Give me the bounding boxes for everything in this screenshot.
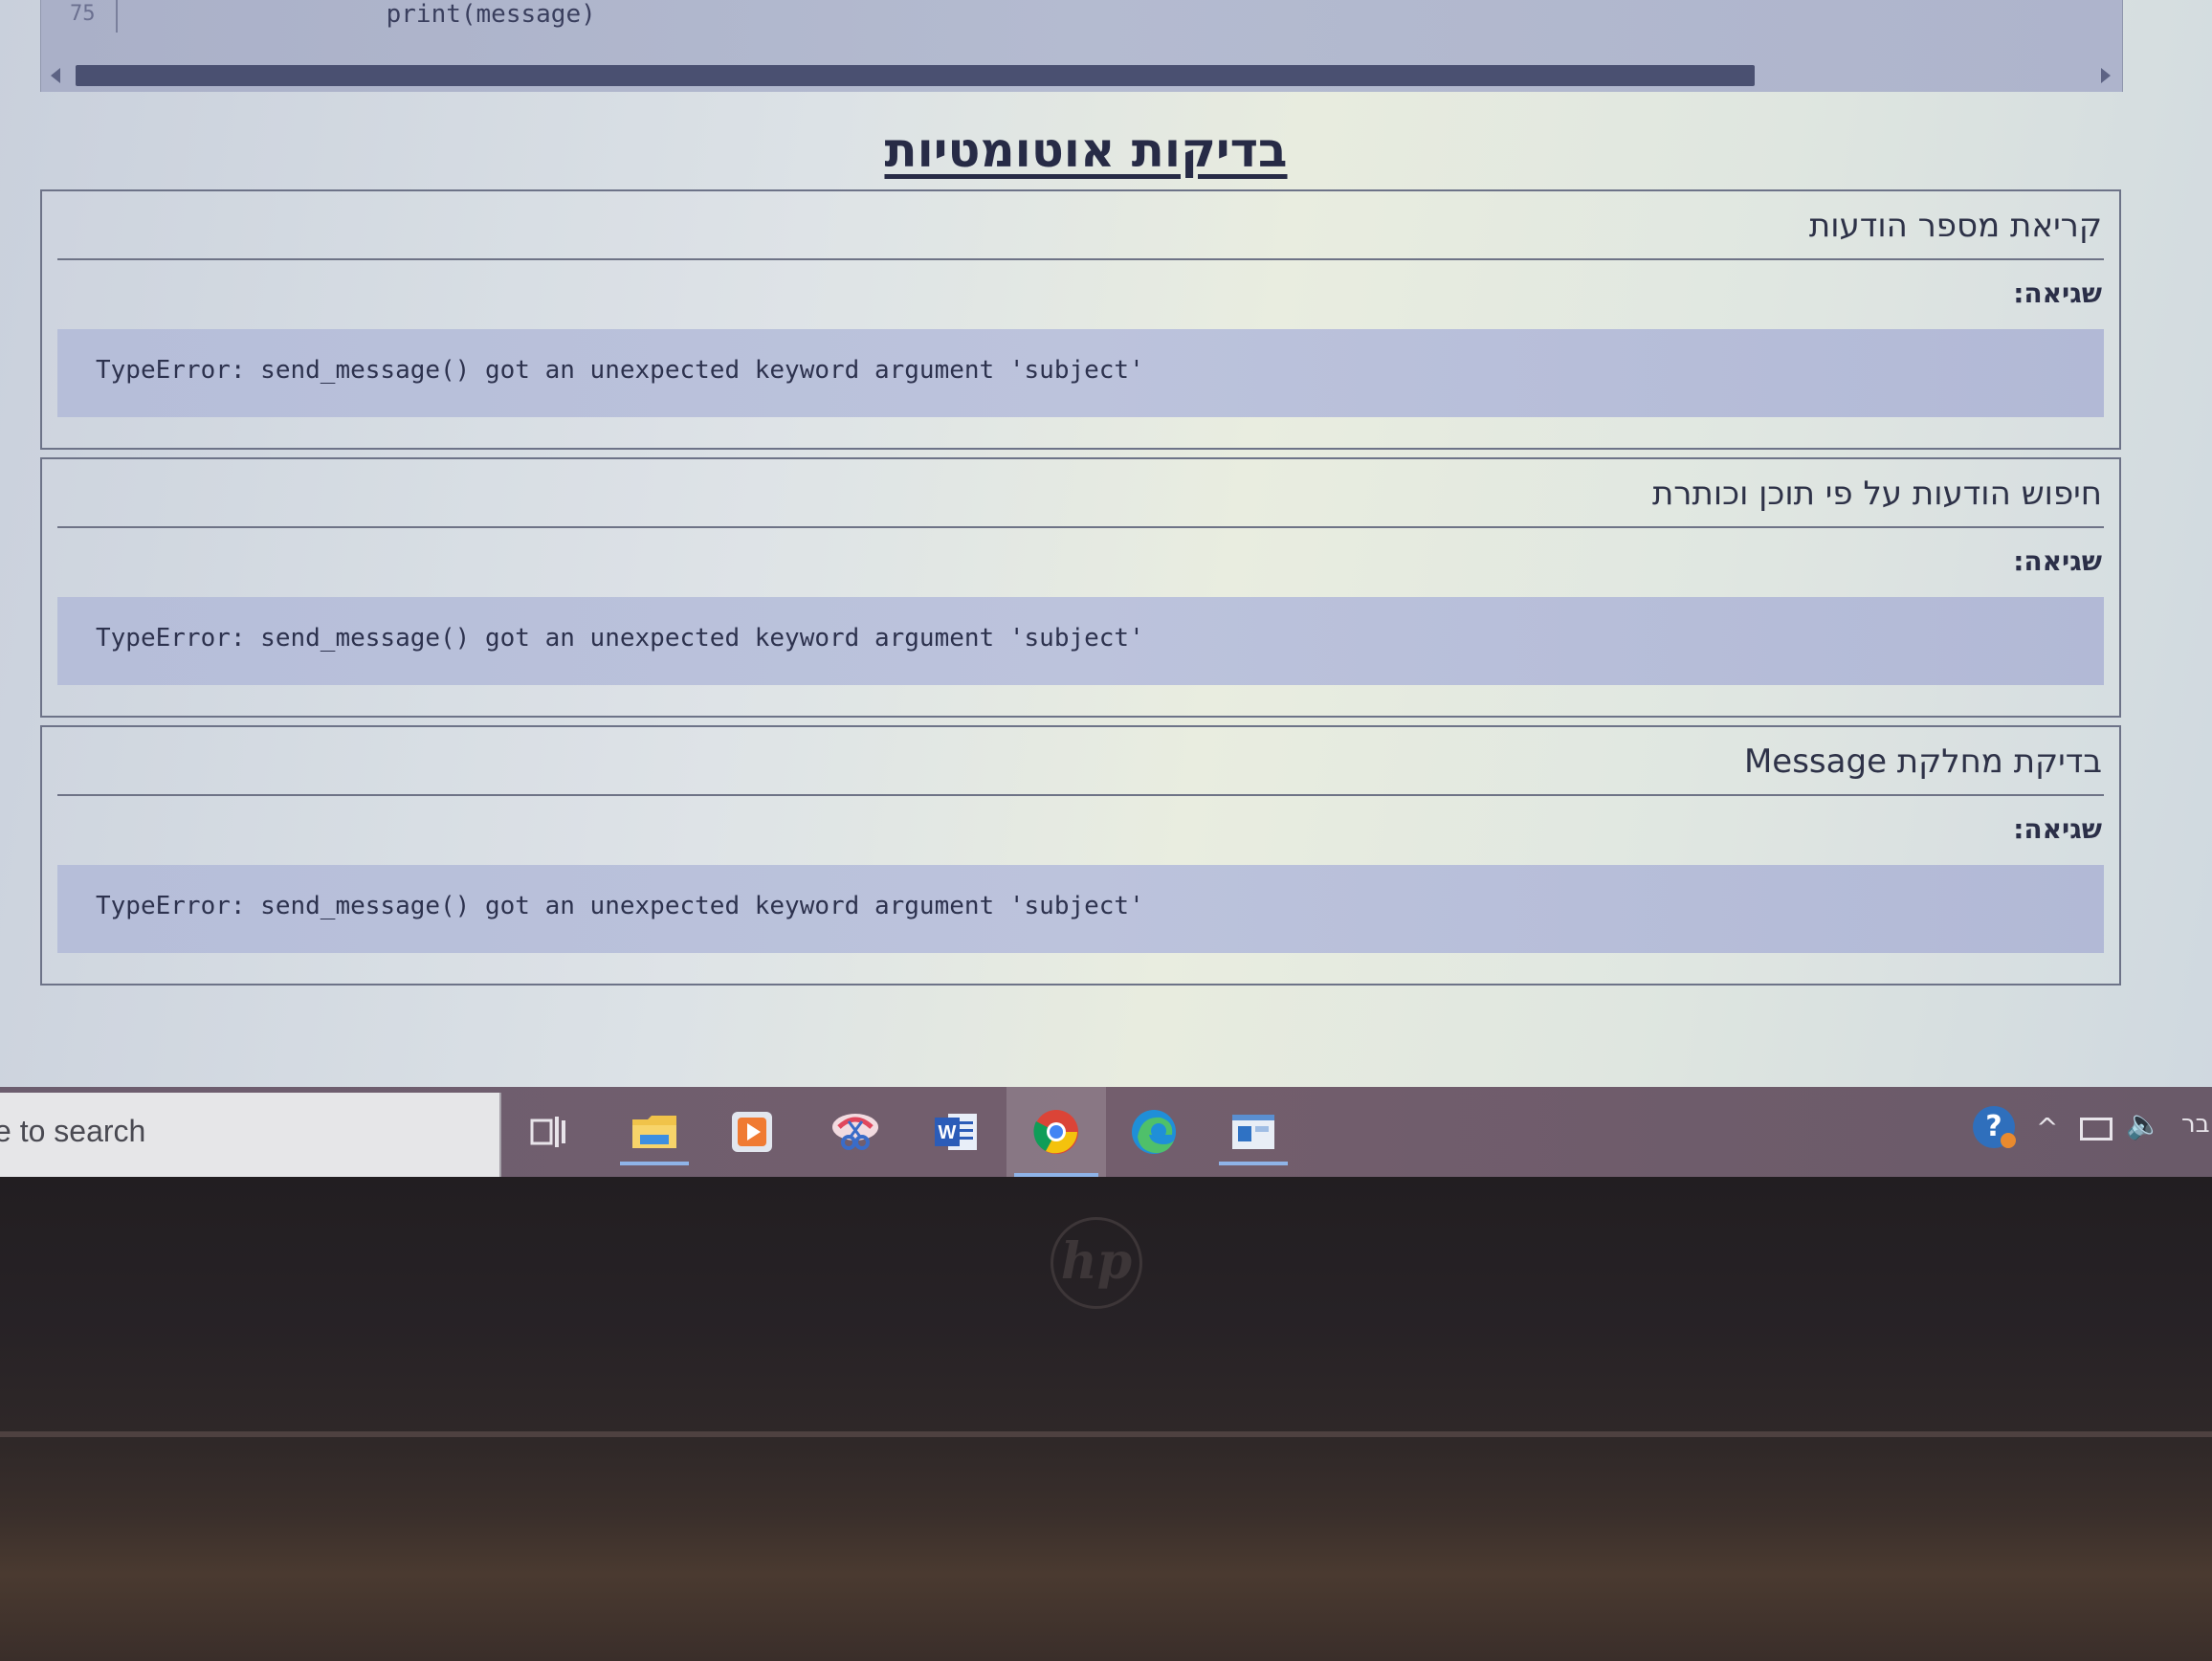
error-label: שגיאה: — [2013, 813, 2102, 845]
media-player-button[interactable] — [710, 1098, 794, 1165]
code-viewer: 75 print(message) — [40, 0, 2123, 92]
code-line: 75 print(message) — [41, 0, 2122, 33]
task-view-icon — [530, 1117, 565, 1147]
test-title: בדיקת מחלקת Message — [1743, 742, 2102, 781]
error-text: TypeError: send_message() got an unexpec… — [96, 624, 1144, 653]
window-app-button[interactable] — [1211, 1098, 1295, 1165]
media-player-icon — [732, 1112, 772, 1152]
edge-icon — [1132, 1110, 1176, 1154]
running-indicator — [1219, 1162, 1288, 1165]
error-box: TypeError: send_message() got an unexpec… — [57, 329, 2104, 417]
error-box: TypeError: send_message() got an unexpec… — [57, 865, 2104, 953]
divider — [57, 526, 2104, 528]
scrollbar-thumb[interactable] — [76, 65, 1755, 86]
horizontal-scrollbar[interactable] — [41, 61, 2122, 90]
file-explorer-button[interactable] — [612, 1098, 697, 1165]
error-label: שגיאה: — [2013, 545, 2102, 577]
language-indicator[interactable]: בר — [2181, 1110, 2210, 1139]
page-title: בדיקות אוטומטיות — [884, 122, 1288, 178]
test-card: חיפוש הודעות על פי תוכן וכותרת שגיאה: Ty… — [40, 457, 2121, 718]
screen: 75 print(message) בדיקות אוטומטיות קריאת… — [0, 0, 2212, 1177]
chrome-icon — [1033, 1110, 1078, 1154]
taskbar-search-box[interactable]: e to search — [0, 1093, 501, 1177]
bezel-edge — [0, 1431, 2212, 1437]
test-title: חיפוש הודעות על פי תוכן וכותרת — [1651, 475, 2102, 513]
laptop-bezel: hp — [0, 1177, 2212, 1661]
show-hidden-icons-chevron-icon[interactable]: ^ — [2036, 1112, 2058, 1143]
divider — [57, 794, 2104, 796]
error-text: TypeError: send_message() got an unexpec… — [96, 356, 1144, 385]
gutter-separator — [116, 0, 118, 33]
test-card: קריאת מספר הודעות שגיאה: TypeError: send… — [40, 189, 2121, 450]
chrome-button[interactable] — [1006, 1087, 1106, 1177]
word-button[interactable]: W — [914, 1098, 998, 1165]
scroll-left-icon[interactable] — [51, 68, 60, 83]
test-card: בדיקת מחלקת Message שגיאה: TypeError: se… — [40, 725, 2121, 986]
divider — [57, 258, 2104, 260]
scroll-right-icon[interactable] — [2101, 68, 2111, 83]
battery-icon[interactable] — [2080, 1118, 2112, 1141]
word-icon: W — [935, 1114, 977, 1150]
search-placeholder: e to search — [0, 1114, 146, 1148]
volume-icon[interactable]: 🔈 — [2126, 1108, 2161, 1141]
snipping-tool-button[interactable] — [813, 1098, 897, 1165]
test-title: קריאת מספר הודעות — [1808, 207, 2102, 245]
code-text: print(message) — [326, 0, 596, 29]
edge-button[interactable] — [1112, 1098, 1196, 1165]
error-text: TypeError: send_message() got an unexpec… — [96, 892, 1144, 920]
error-label: שגיאה: — [2013, 277, 2102, 309]
line-number: 75 — [70, 2, 96, 26]
taskbar: e to search W ? ^ 🔈 בר — [0, 1087, 2212, 1177]
help-badge — [2001, 1133, 2016, 1148]
window-app-icon — [1232, 1115, 1274, 1149]
snipping-tool-icon — [832, 1114, 878, 1150]
svg-text:W: W — [939, 1122, 957, 1143]
hp-logo: hp — [1051, 1217, 1142, 1309]
running-indicator — [620, 1162, 689, 1165]
task-view-button[interactable] — [507, 1098, 591, 1165]
error-box: TypeError: send_message() got an unexpec… — [57, 597, 2104, 685]
file-explorer-icon — [632, 1116, 676, 1148]
